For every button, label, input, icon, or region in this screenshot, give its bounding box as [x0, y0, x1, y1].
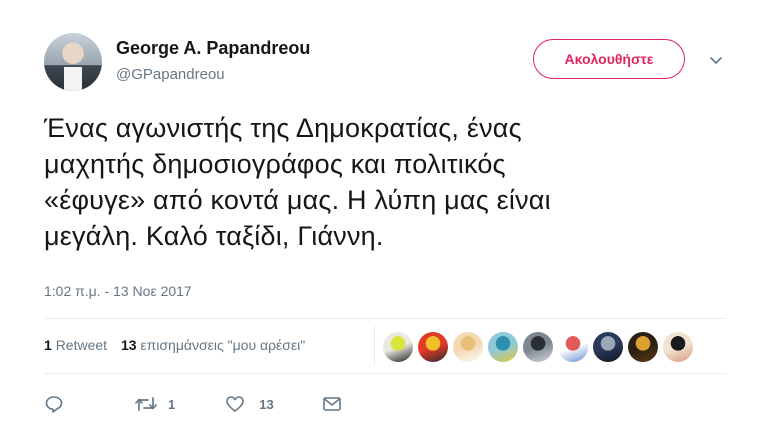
author-handle[interactable]: @GPapandreou: [116, 66, 225, 83]
heart-icon: [226, 396, 245, 412]
stats-separator: [374, 326, 375, 366]
divider-top: [44, 318, 726, 319]
tweet-actions: 1 13: [44, 393, 342, 415]
liker-avatar-3[interactable]: [453, 332, 483, 362]
divider-bottom: [44, 373, 726, 374]
retweet-button[interactable]: 1: [134, 394, 175, 414]
tweet-line: μεγάλη. Καλό ταξίδι, Γιάννη.: [44, 221, 384, 251]
avatar-shirt: [64, 67, 82, 91]
liker-avatar-8[interactable]: [628, 332, 658, 362]
liker-avatar-1[interactable]: [383, 332, 413, 362]
likes-stat[interactable]: 13 επισημάνσεις "μου αρέσει": [121, 337, 305, 353]
likes-count: 13: [120, 337, 137, 353]
author-avatar[interactable]: [44, 33, 102, 91]
liker-avatar-6[interactable]: [558, 332, 588, 362]
liker-avatar-9[interactable]: [663, 332, 693, 362]
tweet-timestamp[interactable]: 1:02 π.μ. - 13 Νοε 2017: [44, 283, 192, 299]
retweets-count: 1: [44, 337, 52, 353]
chevron-down-icon[interactable]: [708, 52, 724, 68]
reply-icon: [45, 396, 63, 413]
liker-avatar-5[interactable]: [523, 332, 553, 362]
tweet-line: «έφυγε» από κοντά μας. Η λύπη μας είναι: [44, 185, 551, 215]
follow-button[interactable]: Ακολουθήστε: [533, 39, 685, 79]
tweet-line: Ένας αγωνιστής της Δημοκρατίας, ένας: [44, 113, 522, 143]
like-count: 13: [259, 396, 274, 412]
direct-message-button[interactable]: [322, 394, 342, 414]
tweet-line: μαχητής δημοσιογράφος και πολιτικός: [44, 149, 506, 179]
retweet-icon: [135, 397, 157, 411]
likes-label: επισημάνσεις "μου αρέσει": [140, 337, 306, 353]
liker-avatars: [383, 331, 698, 363]
tweet-text: Ένας αγωνιστής της Δημοκρατίας, ένας μαχ…: [44, 110, 724, 254]
envelope-icon: [322, 397, 341, 411]
retweets-stat[interactable]: 1 Retweet: [44, 337, 107, 353]
liker-avatar-4[interactable]: [488, 332, 518, 362]
retweets-label: Retweet: [55, 337, 108, 353]
liker-avatar-2[interactable]: [418, 332, 448, 362]
liker-avatar-7[interactable]: [593, 332, 623, 362]
like-button[interactable]: 13: [225, 394, 274, 414]
reply-button[interactable]: [44, 394, 64, 414]
retweet-count: 1: [168, 396, 176, 412]
tweet-stats: 1 Retweet 13 επισημάνσεις "μου αρέσει": [44, 337, 305, 353]
author-name[interactable]: George A. Papandreou: [116, 38, 310, 59]
